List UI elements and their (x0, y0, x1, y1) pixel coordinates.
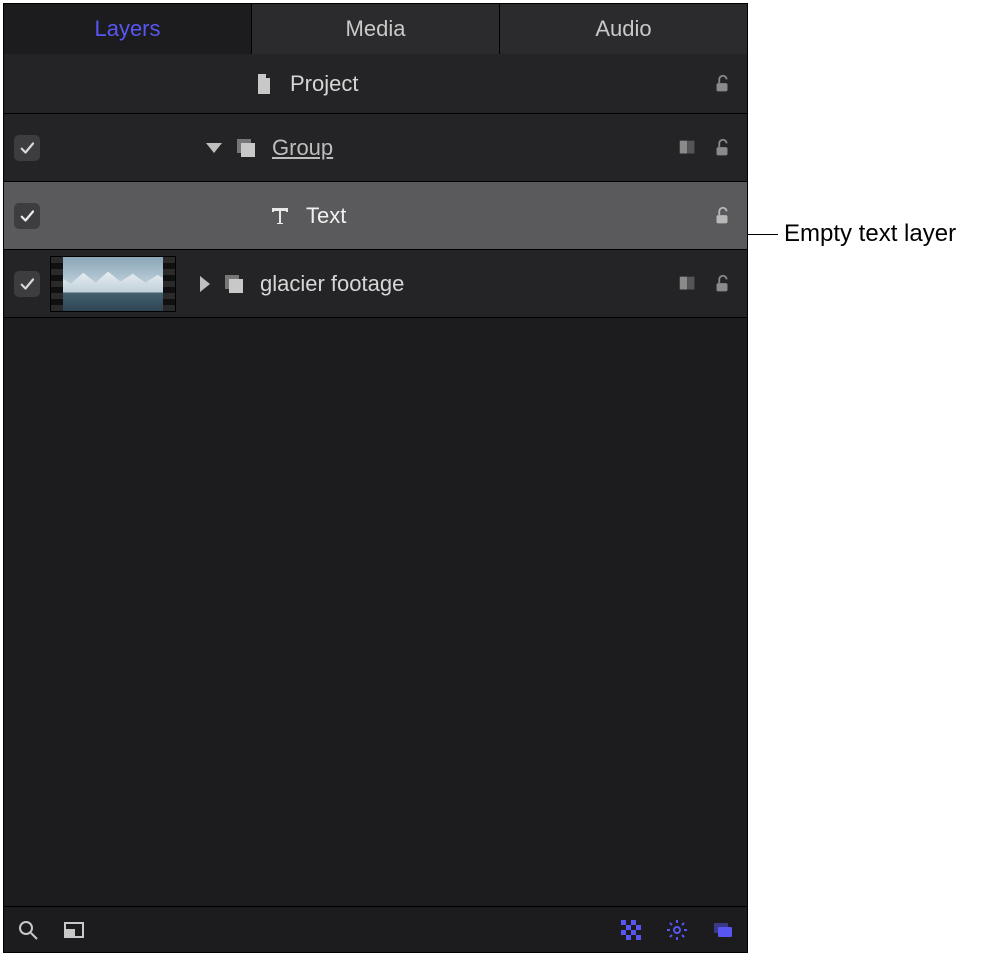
document-icon (250, 72, 278, 96)
row-text[interactable]: Text (4, 182, 747, 250)
mask-flag-icon[interactable] (677, 137, 699, 159)
stack-icon[interactable] (711, 918, 735, 942)
checkerboard-icon[interactable] (619, 918, 643, 942)
checkbox-group[interactable] (14, 135, 40, 161)
panel-footer (4, 906, 747, 952)
group-icon (232, 136, 260, 160)
row-footage[interactable]: glacier footage (4, 250, 747, 318)
layers-panel: Layers Media Audio Project (3, 3, 748, 953)
row-label-project: Project (290, 71, 711, 97)
tab-audio[interactable]: Audio (500, 4, 747, 54)
row-group[interactable]: Group (4, 114, 747, 182)
row-label-group[interactable]: Group (272, 135, 677, 161)
tab-media[interactable]: Media (252, 4, 500, 54)
unlock-icon[interactable] (711, 137, 733, 159)
panel-tabs: Layers Media Audio (4, 4, 747, 54)
footage-thumbnail (50, 256, 176, 312)
row-project[interactable]: Project (4, 54, 747, 114)
disclosure-group[interactable] (206, 143, 222, 153)
group-icon (220, 272, 248, 296)
text-type-icon (266, 204, 294, 228)
checkbox-footage[interactable] (14, 271, 40, 297)
unlock-icon[interactable] (711, 73, 733, 95)
layers-list: Project Group (4, 54, 747, 906)
gear-icon[interactable] (665, 918, 689, 942)
unlock-icon[interactable] (711, 273, 733, 295)
callout-text: Empty text layer (784, 220, 956, 248)
frame-icon[interactable] (62, 918, 86, 942)
disclosure-footage[interactable] (200, 276, 210, 292)
mask-flag-icon[interactable] (677, 273, 699, 295)
tab-layers[interactable]: Layers (4, 4, 252, 54)
unlock-icon[interactable] (711, 205, 733, 227)
callout-line (748, 234, 778, 235)
row-label-footage[interactable]: glacier footage (260, 271, 677, 297)
checkbox-text[interactable] (14, 203, 40, 229)
row-label-text[interactable]: Text (306, 203, 711, 229)
callout-empty-text-layer: Empty text layer (748, 220, 956, 248)
search-icon[interactable] (16, 918, 40, 942)
